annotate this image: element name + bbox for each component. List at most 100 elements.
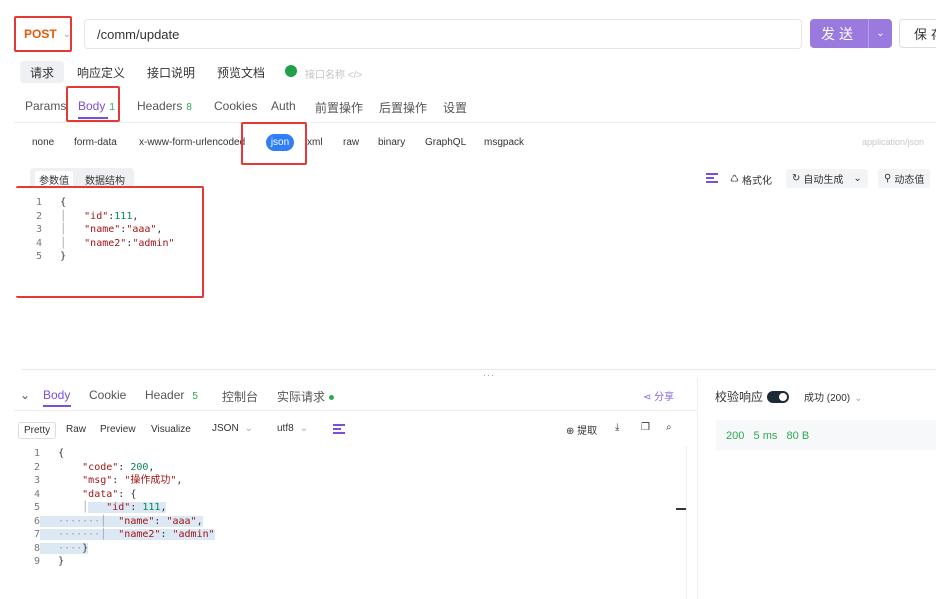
url-input[interactable]: /comm/update (84, 19, 802, 49)
chevron-down-icon: ⌄ (299, 423, 309, 434)
highlight-box-request-body (16, 186, 204, 298)
tab-label: 实际请求 (277, 390, 326, 404)
response-stats: 200 5 ms 80 B (726, 430, 809, 442)
body-type-urlencoded[interactable]: x-www-form-urlencoded (139, 137, 245, 148)
share-button[interactable]: ⋖ 分享 (643, 388, 674, 403)
save-button[interactable]: 保存 (899, 19, 936, 48)
divider (14, 122, 936, 123)
tab-label: Headers (137, 99, 183, 113)
download-icon[interactable]: ⤓ (615, 422, 619, 433)
view-raw[interactable]: Raw (61, 422, 91, 437)
globe-icon[interactable] (285, 65, 297, 77)
status-select[interactable]: 成功 (200) ⌄ (804, 389, 863, 404)
line-number: 9 (33, 556, 40, 567)
body-type-none[interactable]: none (32, 137, 54, 148)
share-label: 分享 (654, 392, 675, 403)
verify-response-toggle[interactable]: 校验响应 (715, 388, 790, 405)
status-code: 200 (726, 430, 745, 442)
toggle-switch[interactable] (767, 390, 790, 403)
chevron-down-icon: ⌄ (854, 393, 863, 404)
collapse-chevron-icon[interactable]: ⌄ (20, 388, 30, 402)
tab-post-processors[interactable]: 后置操作 (379, 99, 427, 116)
view-visualize[interactable]: Visualize (146, 422, 196, 437)
view-preview[interactable]: Preview (95, 422, 141, 437)
tab-pre-processors[interactable]: 前置操作 (315, 99, 363, 116)
send-button[interactable]: 发送 ⌄ (810, 19, 892, 48)
tab-response-definition[interactable]: 响应定义 (67, 61, 135, 83)
tab-label: 响应定义 (77, 65, 126, 80)
tab-interface-doc[interactable]: 接口说明 (137, 61, 205, 83)
active-tab-indicator (43, 405, 71, 407)
line-number: 5 (33, 502, 40, 513)
interface-name-input[interactable]: 接口名称 </> (305, 66, 362, 81)
line-number: 3 (33, 475, 40, 486)
tab-preview-doc[interactable]: 预览文档 (207, 61, 275, 83)
dynamic-value-button[interactable]: ⚲ 动态值 (878, 169, 931, 188)
resp-tab-actual-request[interactable]: 实际请求 (277, 388, 335, 405)
json-value: { (130, 488, 137, 500)
chevron-down-icon[interactable]: ⌄ (869, 28, 892, 39)
method-label: POST (24, 27, 57, 41)
header-count-badge: 5 (192, 391, 198, 402)
content-type-label: application/json (862, 137, 925, 147)
encoding-select[interactable]: utf8 ⌄ (277, 423, 308, 434)
line-number: 6 (33, 515, 40, 527)
json-tail: , (196, 515, 203, 527)
scrollbar[interactable] (686, 446, 687, 599)
word-wrap-icon[interactable] (333, 424, 345, 434)
json-value: "操作成功" (124, 475, 177, 486)
json-tail: , (148, 461, 155, 473)
code-line: 9 } (22, 555, 215, 569)
code-line: 8 ····} (22, 542, 215, 556)
body-type-raw[interactable]: raw (343, 137, 359, 148)
tab-headers[interactable]: Headers 8 (137, 99, 192, 113)
code-line: 1 { (22, 447, 215, 461)
line-number: 8 (33, 542, 40, 554)
word-wrap-icon[interactable] (706, 173, 718, 183)
line-number: 1 (33, 448, 40, 459)
highlight-box-body (66, 86, 120, 122)
body-type-graphql[interactable]: GraphQL (425, 137, 466, 148)
tab-cookies[interactable]: Cookies (214, 99, 257, 113)
view-pretty[interactable]: Pretty (18, 422, 57, 439)
extract-button[interactable]: ⊕ 提取 (566, 422, 597, 437)
tab-settings[interactable]: 设置 (443, 99, 467, 116)
resp-tab-cookie[interactable]: Cookie (89, 388, 126, 402)
encoding-select-value: utf8 (277, 423, 294, 434)
format-label: 格式化 (741, 176, 772, 187)
tab-request[interactable]: 请求 (20, 61, 65, 83)
body-type-binary[interactable]: binary (378, 137, 405, 148)
json-key: "name" (118, 515, 155, 527)
extract-label: 提取 (577, 426, 598, 437)
json-tail: , (160, 502, 167, 513)
tab-label: 请求 (30, 65, 55, 80)
headers-count-badge: 8 (186, 102, 192, 113)
body-type-msgpack[interactable]: msgpack (484, 137, 524, 148)
format-button[interactable]: ♺ 格式化 (730, 172, 772, 187)
json-tail: , (176, 475, 183, 486)
auto-generate-button[interactable]: ↻ 自动生成 ⌄ (786, 169, 868, 188)
format-select[interactable]: JSON ⌄ (212, 423, 253, 434)
highlight-box-json (241, 122, 307, 165)
tab-label: Header (145, 388, 185, 402)
extract-icon: ⊕ (566, 426, 578, 437)
tab-auth[interactable]: Auth (271, 99, 296, 113)
tab-label: 接口说明 (147, 65, 196, 80)
json-key: "msg" (82, 475, 113, 486)
code-text: { (58, 448, 65, 459)
json-value: 200 (130, 461, 149, 473)
code-line: 3 "msg": "操作成功", (22, 474, 215, 488)
copy-icon[interactable]: ❐ (641, 422, 650, 433)
search-icon[interactable]: ⌕ (666, 422, 672, 433)
body-type-form-data[interactable]: form-data (74, 137, 117, 148)
resp-tab-header[interactable]: Header 5 (145, 388, 198, 402)
tab-params[interactable]: Params (25, 99, 66, 113)
resize-handle[interactable]: ··· (483, 370, 495, 380)
scrollbar-thumb[interactable] (676, 508, 686, 510)
resp-tab-body[interactable]: Body (43, 388, 70, 402)
method-select[interactable]: POST ⌄ (14, 16, 72, 52)
resp-tab-console[interactable]: 控制台 (222, 388, 258, 405)
url-value: /comm/update (97, 26, 180, 42)
code-line: 7 ·······│ "name2": "admin" (22, 528, 215, 542)
body-type-xml[interactable]: xml (307, 137, 323, 148)
